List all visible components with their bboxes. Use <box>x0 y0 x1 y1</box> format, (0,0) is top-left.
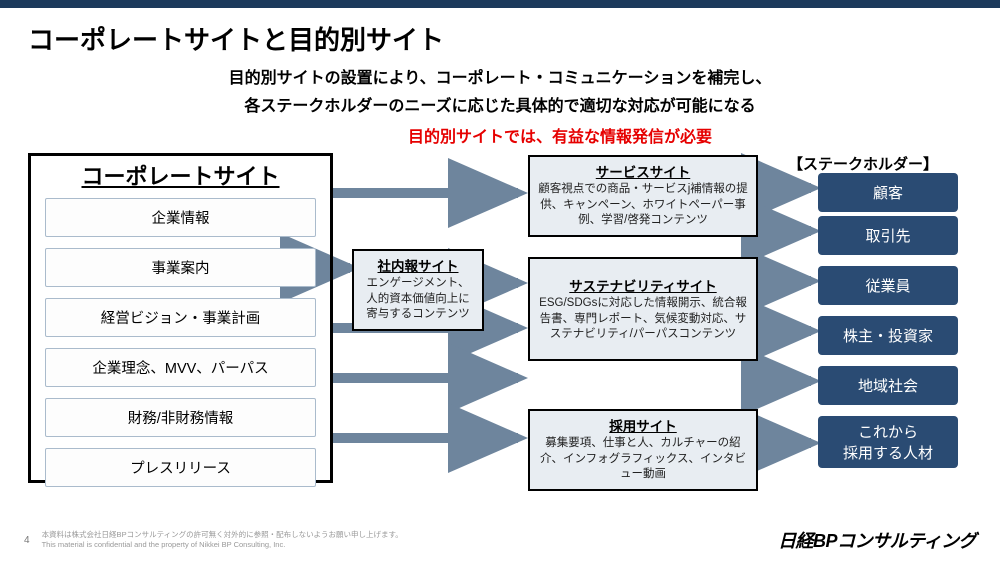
corp-item: 経営ビジョン・事業計画 <box>45 298 316 337</box>
recruit-site-title: 採用サイト <box>538 415 748 435</box>
stakeholder-customer: 顧客 <box>818 173 958 212</box>
stakeholder-community: 地域社会 <box>818 366 958 405</box>
stakeholder-header: 【ステークホルダー】 <box>788 153 938 174</box>
sustain-site-box: サステナビリティサイト ESG/SDGsに対応した情報開示、統合報告書、専門レポ… <box>528 257 758 361</box>
corporate-items: 企業情報 事業案内 経営ビジョン・事業計画 企業理念、MVV、パーパス 財務/非… <box>31 198 330 487</box>
page-number: 4 <box>24 535 30 546</box>
stakeholder-employee: 従業員 <box>818 266 958 305</box>
page-title: コーポレートサイトと目的別サイト <box>28 20 972 57</box>
corp-item: 財務/非財務情報 <box>45 398 316 437</box>
corp-item: 事業案内 <box>45 248 316 287</box>
corp-item: プレスリリース <box>45 448 316 487</box>
sustain-site-desc: ESG/SDGsに対応した情報開示、統合報告書、専門レポート、気候変動対応、サス… <box>538 296 748 343</box>
stakeholder-investor: 株主・投資家 <box>818 316 958 355</box>
corp-item: 企業情報 <box>45 198 316 237</box>
emphasis-text: 目的別サイトでは、有益な情報発信が必要 <box>28 123 972 147</box>
corporate-site-box: コーポレートサイト 企業情報 事業案内 経営ビジョン・事業計画 企業理念、MVV… <box>28 153 333 483</box>
brand-logo: 日経BPコンサルティング <box>778 527 976 553</box>
service-site-desc: 顧客視点での商品・サービスj補情報の提供、キャンペーン、ホワイトペーパー事例、学… <box>538 182 748 229</box>
top-accent-bar <box>0 0 1000 8</box>
corporate-site-title: コーポレートサイト <box>31 156 330 198</box>
service-site-title: サービスサイト <box>538 161 748 181</box>
disclaimer-en: This material is confidential and the pr… <box>42 540 403 550</box>
subtitle-line1: 目的別サイトの設置により、コーポレート・コミュニケーションを補完し、 <box>28 67 972 91</box>
internal-site-box: 社内報サイト エンゲージメント、人的資本価値向上に寄与するコンテンツ <box>352 249 484 331</box>
footer: 4 本資料は株式会社日経BPコンサルティングの許可無く対外的に参照・配布しないよ… <box>0 527 1000 553</box>
stakeholder-partner: 取引先 <box>818 216 958 255</box>
slide-body: コーポレートサイトと目的別サイト 目的別サイトの設置により、コーポレート・コミュ… <box>0 8 1000 503</box>
service-site-box: サービスサイト 顧客視点での商品・サービスj補情報の提供、キャンペーン、ホワイト… <box>528 155 758 237</box>
stakeholder-talent: これから 採用する人材 <box>818 416 958 468</box>
corp-item: 企業理念、MVV、パーパス <box>45 348 316 387</box>
recruit-site-desc: 募集要項、仕事と人、カルチャーの紹介、インフォグラフィックス、インタビュー動画 <box>538 436 748 483</box>
disclaimer-jp: 本資料は株式会社日経BPコンサルティングの許可無く対外的に参照・配布しないようお… <box>42 530 403 540</box>
diagram-area: コーポレートサイト 企業情報 事業案内 経営ビジョン・事業計画 企業理念、MVV… <box>28 153 972 503</box>
sustain-site-title: サステナビリティサイト <box>538 275 748 295</box>
recruit-site-box: 採用サイト 募集要項、仕事と人、カルチャーの紹介、インフォグラフィックス、インタ… <box>528 409 758 491</box>
subtitle-line2: 各ステークホルダーのニーズに応じた具体的で適切な対応が可能になる <box>28 95 972 119</box>
internal-site-title: 社内報サイト <box>362 255 474 275</box>
internal-site-desc: エンゲージメント、人的資本価値向上に寄与するコンテンツ <box>362 276 474 323</box>
